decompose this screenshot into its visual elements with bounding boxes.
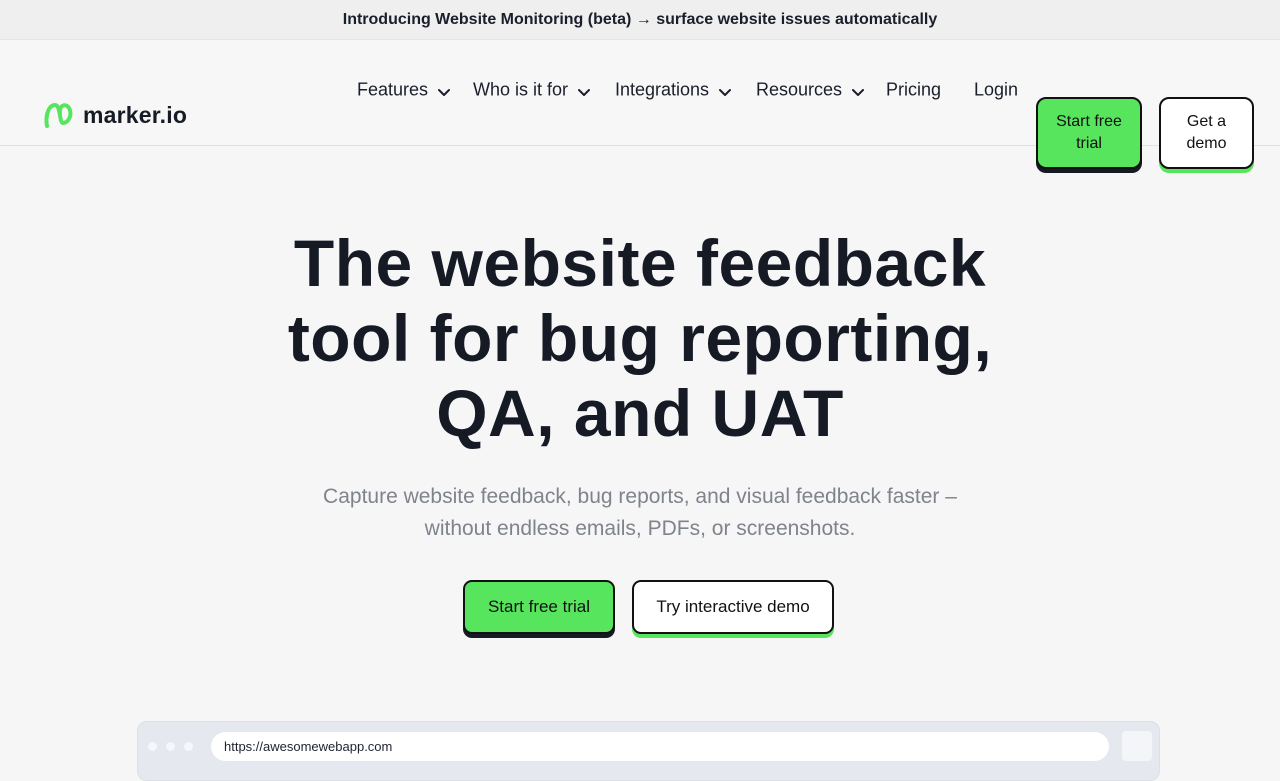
- nav-item-integrations[interactable]: Integrations: [615, 79, 732, 101]
- hero-start-free-trial-button[interactable]: Start free trial: [463, 580, 615, 634]
- nav-item-features[interactable]: Features: [357, 79, 451, 101]
- hero-interactive-demo-button[interactable]: Try interactive demo: [632, 580, 834, 634]
- nav-item-pricing[interactable]: Pricing: [886, 80, 941, 101]
- window-dot-icon: [148, 742, 157, 751]
- window-controls: [148, 742, 193, 751]
- nav-item-label: Who is it for: [473, 79, 569, 100]
- nav-item-label: Features: [357, 79, 429, 100]
- hero-title-line: The website feedback: [293, 226, 987, 300]
- nav-start-free-trial-button[interactable]: Start free trial: [1036, 97, 1142, 169]
- chevron-down-icon: [438, 88, 451, 96]
- nav-item-label: Resources: [756, 79, 843, 100]
- nav-item-label: Integrations: [615, 79, 710, 100]
- chevron-down-icon: [578, 88, 591, 96]
- hero-title-line: QA, and UAT: [436, 376, 844, 450]
- nav-item-label: Pricing: [886, 79, 942, 100]
- browser-mockup: https://awesomewebapp.com: [137, 721, 1160, 781]
- nav-get-demo-button[interactable]: Get a demo: [1159, 97, 1254, 169]
- chevron-down-icon: [852, 88, 865, 96]
- hero-title-line: tool for bug reporting,: [287, 301, 993, 375]
- browser-extension-icon: [1122, 731, 1152, 761]
- nav-item-who-is-it-for[interactable]: Who is it for: [473, 79, 591, 101]
- announcement-bar[interactable]: Introducing Website Monitoring (beta) → …: [0, 0, 1280, 40]
- window-dot-icon: [166, 742, 175, 751]
- hero-subtitle-line: Capture website feedback, bug reports, a…: [323, 485, 957, 508]
- hero-subtitle: Capture website feedback, bug reports, a…: [0, 481, 1280, 545]
- top-navbar: marker.io Features Who is it for Integra…: [0, 40, 1280, 169]
- window-dot-icon: [184, 742, 193, 751]
- hero-subtitle-line: without endless emails, PDFs, or screens…: [424, 517, 856, 540]
- chevron-down-icon: [719, 88, 732, 96]
- announcement-text[interactable]: Introducing Website Monitoring (beta) → …: [343, 11, 937, 29]
- hero-title: The website feedback tool for bug report…: [0, 226, 1280, 451]
- nav-item-login[interactable]: Login: [974, 80, 1018, 101]
- nav-item-label: Login: [974, 79, 1019, 100]
- nav-item-resources[interactable]: Resources: [756, 79, 865, 101]
- address-bar-url: https://awesomewebapp.com: [224, 739, 393, 754]
- address-bar: https://awesomewebapp.com: [211, 732, 1109, 761]
